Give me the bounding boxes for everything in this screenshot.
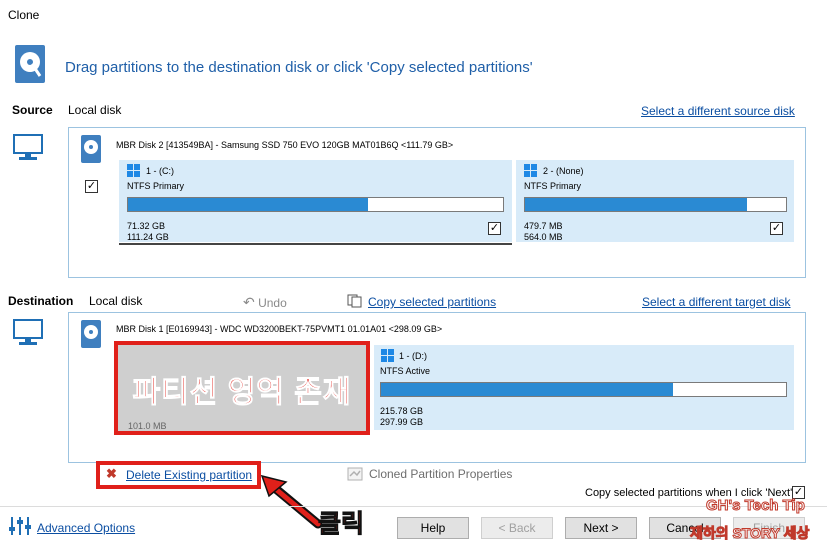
windows-icon [127,164,141,178]
copy-icon [347,294,363,313]
usage-bar [127,197,504,212]
source-partition-2[interactable]: 2 - (None) NTFS Primary 479.7 MB 564.0 M… [516,160,794,242]
partition-name: 1 - (C:) [146,166,174,176]
used-size: 479.7 MB [524,221,563,231]
cloned-partition-properties[interactable]: Cloned Partition Properties [369,467,512,481]
watermark-line2: 재하의 STORY 세상 [689,525,810,542]
back-button[interactable]: < Back [481,517,553,539]
partition-fs: NTFS Primary [127,181,184,191]
sliders-icon [8,516,32,541]
existing-partition-annotation: 파티션 영역 존재 [132,376,352,410]
click-annotation: 클릭 [317,510,365,539]
existing-partition-block[interactable]: 파티션 영역 존재 101.0 MB [114,341,370,435]
source-label: Source [12,103,53,117]
partition-fs: NTFS Primary [524,181,581,191]
partition-name: 1 - (D:) [399,351,427,361]
destination-type: Local disk [89,294,143,308]
clone-wizard-icon [14,44,46,84]
usage-bar [524,197,787,212]
monitor-icon [13,318,43,353]
undo-icon: ↶ [243,294,255,310]
total-size: 111.24 GB [127,232,169,242]
next-button[interactable]: Next > [565,517,637,539]
usage-bar [380,382,787,397]
footer-divider [0,506,827,507]
windows-icon [524,164,538,178]
source-disk-title: MBR Disk 2 [413549BA] - Samsung SSD 750 … [116,140,454,150]
select-target-disk-link[interactable]: Select a different target disk [642,295,791,309]
source-disk-checkbox[interactable]: ✓ [85,180,98,193]
partition-checkbox[interactable]: ✓ [488,222,501,235]
undo-button[interactable]: ↶ Undo [243,294,287,311]
source-type: Local disk [68,103,122,117]
used-size: 215.78 GB [380,406,424,416]
annotation-arrow [260,474,323,535]
windows-icon [381,349,395,363]
delete-existing-partition-link[interactable]: Delete Existing partition [126,468,252,482]
help-button[interactable]: Help [397,517,469,539]
monitor-icon [13,133,43,168]
total-size: 297.99 GB [380,417,424,427]
destination-disk-panel: MBR Disk 1 [E0169943] - WDC WD3200BEKT-7… [68,312,806,463]
destination-label: Destination [8,294,74,308]
partition-underline [119,243,512,245]
properties-icon [347,467,363,486]
select-source-disk-link[interactable]: Select a different source disk [641,104,795,118]
source-partition-1[interactable]: 1 - (C:) NTFS Primary 71.32 GB 111.24 GB… [119,160,512,245]
undo-label: Undo [258,296,287,310]
hard-disk-icon [80,134,102,169]
used-size: 71.32 GB [127,221,166,231]
advanced-options-link[interactable]: Advanced Options [37,521,135,535]
partition-name: 2 - (None) [543,166,584,176]
destination-disk-title: MBR Disk 1 [E0169943] - WDC WD3200BEKT-7… [116,324,443,334]
partition-checkbox[interactable]: ✓ [770,222,783,235]
destination-partition-1[interactable]: 1 - (D:) NTFS Active 215.78 GB 297.99 GB [374,345,794,430]
partition-fs: NTFS Active [380,366,431,376]
existing-partition-size: 101.0 MB [128,421,167,431]
window-title: Clone [8,8,40,22]
copy-selected-partitions-link[interactable]: Copy selected partitions [368,295,496,309]
hard-disk-icon [80,319,102,354]
total-size: 564.0 MB [524,232,563,242]
instruction-text: Drag partitions to the destination disk … [65,59,533,76]
source-disk-panel: MBR Disk 2 [413549BA] - Samsung SSD 750 … [68,127,806,278]
delete-icon: ✖ [106,466,117,481]
watermark-line1: GH's Tech Tip [706,497,806,515]
